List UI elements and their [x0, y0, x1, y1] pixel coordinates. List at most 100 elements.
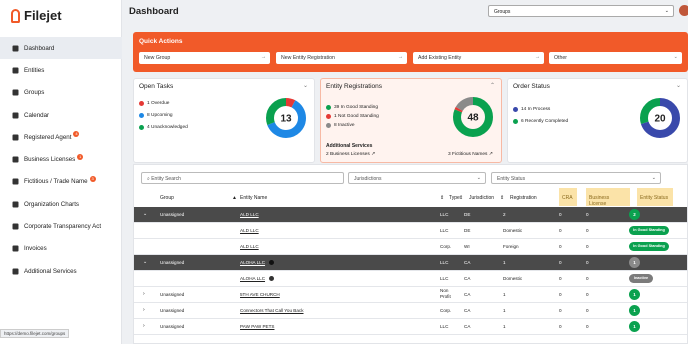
cell-entity-name-link[interactable]: ALD LLC: [240, 244, 259, 249]
groups-select[interactable]: Groups ⌄: [488, 5, 674, 17]
cell-entity-name-link[interactable]: ALD LLC: [240, 228, 259, 233]
entity-status-select-value: Entity Status: [497, 176, 526, 182]
legend-dot: [139, 113, 144, 118]
cell-type: LLC: [440, 260, 449, 265]
cell-entity-name-link[interactable]: ALOHA LLC: [240, 276, 265, 281]
cell-cra: 0: [559, 308, 562, 313]
column-header-entity-name[interactable]: Entity Name: [240, 195, 267, 201]
info-icon[interactable]: [267, 260, 274, 266]
column-header-registration[interactable]: Registration: [510, 195, 537, 201]
cell-business-license: 0: [586, 324, 589, 329]
sidebar-item-registered-agent[interactable]: Registered Agent 4: [0, 126, 122, 148]
sidebar-item-entities[interactable]: Entities: [0, 59, 122, 81]
table-row[interactable]: ⌄ Unassigned ALOHA LLC LLC CA 1 0 0 1: [134, 255, 687, 271]
open-tasks-card: Open Tasks ⌄ 1 Overdue 8 Upcoming 4 Unac…: [133, 78, 315, 163]
expand-chevron-icon[interactable]: ⌄: [143, 211, 147, 217]
cell-registration: 1: [503, 292, 506, 297]
column-header-entity-status[interactable]: Entity Status: [637, 188, 673, 206]
filejet-logo[interactable]: Filejet: [11, 8, 62, 23]
cell-registration: 2: [503, 212, 506, 217]
org-chart-icon: [12, 201, 19, 208]
cell-entity-name-link[interactable]: PAW PAW PETS: [240, 324, 274, 329]
expand-chevron-icon[interactable]: ⌄: [143, 259, 147, 265]
legend-unacknowledged: 4 Unacknowledged: [139, 125, 188, 130]
expand-chevron-icon[interactable]: ›: [143, 291, 145, 297]
cell-entity-name-link[interactable]: ALD LLC: [240, 212, 259, 217]
table-row[interactable]: ⌄ Unassigned ALD LLC LLC DE 2 0 0 2: [134, 207, 687, 223]
open-tasks-total: 13: [280, 114, 292, 125]
table-row[interactable]: › Unassigned 5TH AVE CHURCH Non Profit CA 1 0 0…: [134, 287, 687, 303]
sort-icon[interactable]: ▲: [232, 195, 237, 201]
sidebar-item-label: Organization Charts: [24, 200, 80, 208]
status-badge: In Good Standing: [629, 226, 669, 235]
folder-icon: [12, 89, 19, 96]
cell-jurisdiction: WI: [464, 244, 470, 249]
column-header-jurisdiction[interactable]: Jurisdiction: [469, 195, 494, 201]
chevron-up-icon[interactable]: ⌃: [490, 82, 495, 89]
legend-label: 1 Not Good Standing: [334, 114, 379, 119]
arrow-right-icon: →: [397, 54, 403, 60]
new-entity-registration-button[interactable]: New Entity Registration →: [276, 52, 407, 64]
cell-type: LLC: [440, 276, 449, 281]
entity-registrations-title: Entity Registrations: [326, 83, 382, 90]
sort-icon[interactable]: ⇕: [500, 195, 504, 201]
sidebar-item-invoices[interactable]: Invoices: [0, 238, 122, 260]
sidebar-item-organization-charts[interactable]: Organization Charts: [0, 193, 122, 215]
chevron-down-icon[interactable]: ⌄: [676, 82, 681, 89]
table-row[interactable]: ALD LLC LLC DE Domestic 0 0 In Good Standing: [134, 223, 687, 239]
status-count-badge: 1: [629, 289, 640, 300]
cell-type: LLC: [440, 324, 449, 329]
new-group-button[interactable]: New Group →: [139, 52, 270, 64]
cell-jurisdiction: CA: [464, 276, 471, 281]
entity-search-input[interactable]: ⌕ Entity Search: [141, 172, 344, 184]
sidebar-item-business-licenses[interactable]: Business Licenses 1: [0, 148, 122, 170]
cell-jurisdiction: DE: [464, 228, 471, 233]
sidebar-item-groups[interactable]: Groups: [0, 82, 122, 104]
column-header-business-license[interactable]: Business License: [586, 188, 630, 207]
sort-icon[interactable]: ⇕: [440, 195, 444, 201]
expand-chevron-icon[interactable]: ›: [143, 323, 145, 329]
column-header-cra[interactable]: CRA: [559, 188, 577, 206]
business-licenses-link[interactable]: 2 Business Licenses ↗: [326, 152, 375, 157]
entity-status-select[interactable]: Entity Status ⌄: [491, 172, 661, 184]
cell-entity-name-link[interactable]: Connectors That Call You Back: [240, 308, 304, 313]
grid-icon: [12, 45, 19, 52]
jurisdictions-select[interactable]: Jurisdictions ⌄: [348, 172, 486, 184]
info-icon[interactable]: [267, 276, 274, 282]
notification-badge: 3: [89, 175, 96, 182]
cell-jurisdiction: DE: [464, 212, 471, 217]
expand-chevron-icon[interactable]: ›: [143, 307, 145, 313]
column-header-group[interactable]: Group: [160, 195, 174, 201]
fictitious-names-link[interactable]: 3 Fictitious Names ↗: [448, 152, 493, 157]
sidebar-item-calendar[interactable]: Calendar: [0, 104, 122, 126]
legend-dot: [139, 125, 144, 130]
legend-dot: [139, 101, 144, 106]
table-row[interactable]: ALOHA LLC LLC CA Domestic 0 0 Inactive: [134, 271, 687, 287]
sort-icon[interactable]: ⇕: [459, 195, 463, 201]
avatar[interactable]: [679, 5, 688, 16]
other-select[interactable]: Other ⌄: [549, 52, 682, 64]
cell-registration: 1: [503, 324, 506, 329]
legend-recently-completed: 6 Recently Completed: [513, 119, 568, 124]
chevron-down-icon[interactable]: ⌄: [303, 82, 308, 89]
table-row[interactable]: ALD LLC Corp. WI Foreign 0 0 In Good Standing: [134, 239, 687, 255]
sidebar-item-label: Dashboard: [24, 44, 55, 52]
table-row[interactable]: › Unassigned Connectors That Call You Back…: [134, 303, 687, 319]
entity-registrations-total: 48: [467, 113, 479, 124]
sidebar-item-label: Additional Services: [24, 267, 77, 275]
other-select-value: Other: [554, 55, 567, 61]
person-icon: [12, 134, 19, 141]
sidebar-item-additional-services[interactable]: Additional Services: [0, 260, 122, 282]
table-row[interactable]: › Unassigned PAW PAW PETS LLC CA 1 0 0 1: [134, 319, 687, 335]
sidebar-item-dashboard[interactable]: Dashboard: [0, 37, 122, 60]
arrow-right-icon: →: [534, 54, 540, 60]
search-icon: ⌕: [147, 176, 150, 182]
cell-entity-name-link[interactable]: 5TH AVE CHURCH: [240, 292, 280, 297]
cell-group: Unassigned: [160, 324, 185, 329]
add-existing-entity-button[interactable]: Add Existing Entity →: [413, 52, 544, 64]
sidebar-item-fictitious-trade-name[interactable]: Fictitious / Trade Name 3: [0, 171, 122, 193]
sidebar-item-corporate-transparency-act[interactable]: Corporate Transparency Act: [0, 215, 122, 237]
logo-icon: [11, 8, 20, 23]
cell-cra: 0: [559, 228, 562, 233]
cell-entity-name-link[interactable]: ALOHA LLC: [240, 260, 265, 265]
